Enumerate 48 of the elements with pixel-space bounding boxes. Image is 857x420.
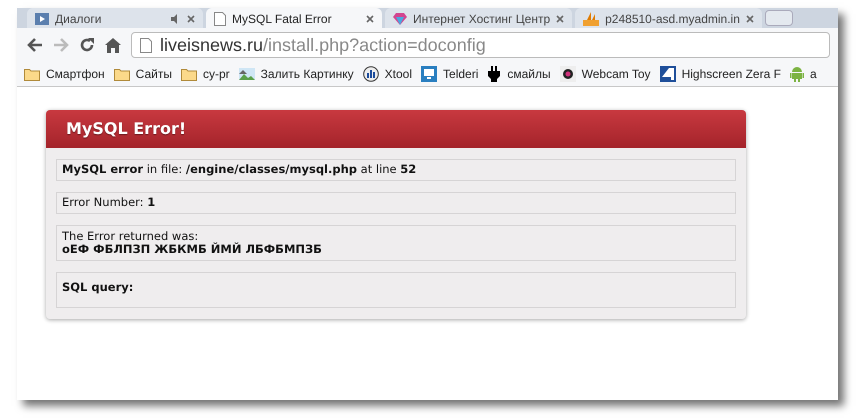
error-detail: Error Number: 1 bbox=[56, 192, 736, 214]
bookmark-link[interactable]: Highscreen Zera F bbox=[660, 65, 781, 83]
folder-icon bbox=[24, 68, 40, 80]
error-message: оЕФ ФБЛПЗП ЖБКМБ ЙМЙ ЛБФБМПЗБ bbox=[62, 243, 323, 256]
chart-icon bbox=[362, 66, 379, 82]
browser-tab[interactable]: Диалоги bbox=[27, 8, 203, 30]
browser-tab[interactable]: MySQL Fatal Error bbox=[206, 8, 382, 30]
bookmark-link[interactable]: Сайты bbox=[114, 65, 172, 83]
bookmark-link[interactable]: a bbox=[790, 65, 817, 83]
bookmark-link[interactable]: Telderi bbox=[421, 65, 478, 83]
tab-title: Интернет Хостинг Центр bbox=[413, 12, 550, 26]
error-title: MySQL Error! bbox=[66, 118, 186, 140]
tab-title: MySQL Fatal Error bbox=[232, 12, 333, 26]
chat-icon bbox=[35, 13, 49, 25]
monitor-icon bbox=[421, 66, 438, 82]
bookmark-link[interactable]: cy-pr bbox=[180, 65, 230, 83]
page-icon bbox=[214, 12, 226, 26]
error-label: The Error returned was: bbox=[62, 230, 200, 243]
close-icon[interactable] bbox=[556, 15, 564, 23]
bookmark-link[interactable]: Залить Картинку bbox=[238, 65, 354, 83]
error-detail: MySQL error in file: /engine/classes/mysql.php at line 52 bbox=[56, 159, 736, 181]
close-icon[interactable] bbox=[187, 15, 195, 23]
bookmark-link[interactable]: смайлы bbox=[487, 65, 551, 83]
url-text: liveisnews.ru/install.php?action=doconfig bbox=[160, 34, 486, 57]
sql-query-label: SQL query: bbox=[62, 280, 134, 294]
back-arrow-icon[interactable] bbox=[27, 38, 43, 52]
page-icon bbox=[140, 38, 152, 52]
plug-icon bbox=[487, 66, 502, 82]
browser-tab[interactable]: p248510-asd.myadmin.in bbox=[575, 8, 762, 30]
digit-four-icon bbox=[660, 66, 676, 82]
webcam-icon bbox=[560, 66, 576, 82]
folder-icon bbox=[114, 68, 130, 80]
landscape-icon bbox=[238, 68, 255, 80]
android-icon bbox=[790, 66, 804, 82]
tab-title: Диалоги bbox=[55, 12, 102, 26]
folder-icon bbox=[180, 68, 197, 80]
address-bar[interactable]: liveisnews.ru/install.php?action=doconfig bbox=[131, 32, 830, 58]
bookmark-link[interactable]: Webcam Toy bbox=[560, 65, 651, 83]
bookmark-link[interactable]: Смартфон bbox=[24, 65, 105, 83]
sailboat-icon bbox=[583, 12, 600, 26]
reload-icon[interactable] bbox=[79, 37, 95, 53]
bookmark-link[interactable]: Xtool bbox=[362, 65, 412, 83]
close-icon[interactable] bbox=[366, 15, 374, 23]
close-icon[interactable] bbox=[746, 15, 754, 23]
tab-title: p248510-asd.myadmin.in bbox=[605, 12, 740, 26]
home-icon[interactable] bbox=[105, 38, 121, 52]
browser-tab[interactable]: Интернет Хостинг Центр bbox=[385, 8, 572, 30]
diamond-icon bbox=[393, 13, 407, 25]
